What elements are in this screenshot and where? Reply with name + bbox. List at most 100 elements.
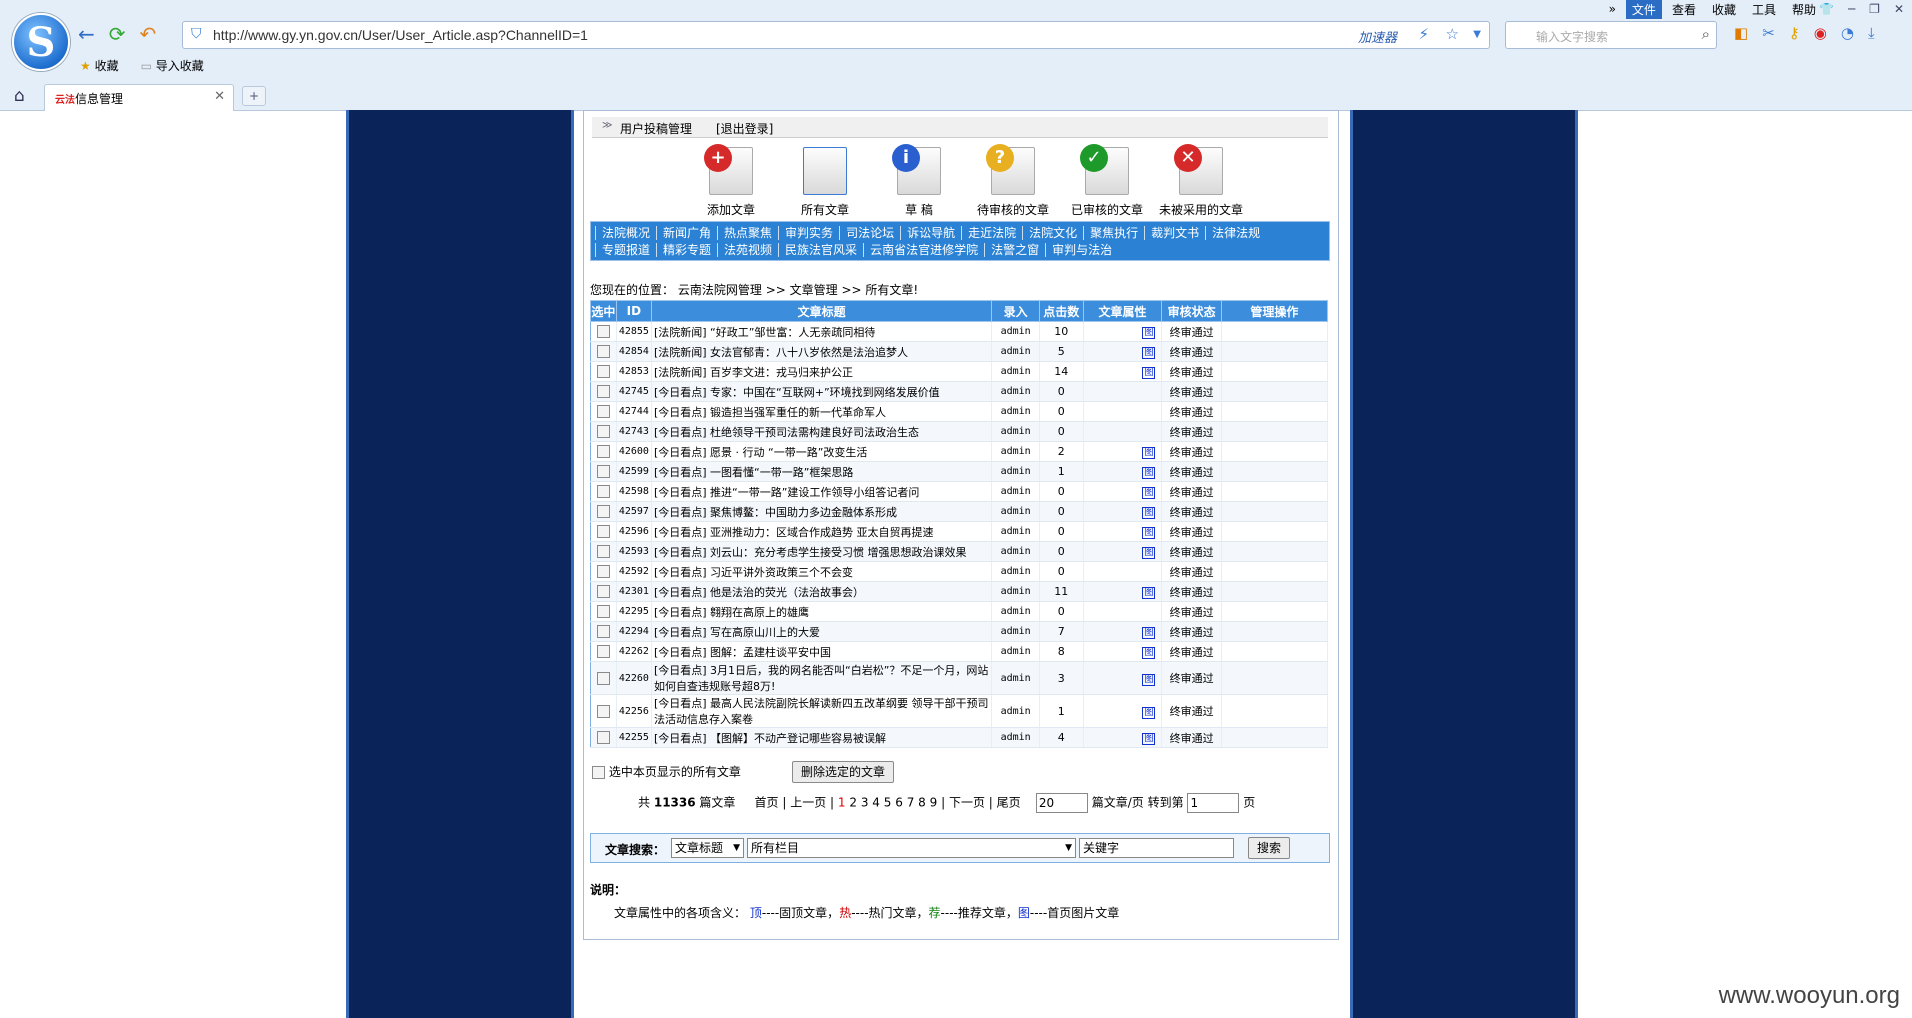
pager-page-link[interactable]: 6	[895, 796, 903, 810]
category-link[interactable]: 专题报道	[595, 243, 657, 257]
row-checkbox[interactable]	[596, 585, 610, 599]
row-checkbox[interactable]	[596, 505, 610, 519]
row-checkbox[interactable]	[596, 645, 610, 659]
back-icon[interactable]: ←	[78, 22, 95, 46]
search-button[interactable]: 搜索	[1248, 837, 1290, 859]
menu-item[interactable]: 收藏	[1706, 0, 1742, 19]
pager-next[interactable]: 下一页	[949, 796, 985, 810]
select-all[interactable]: 选中本页显示的所有文章	[592, 763, 741, 780]
category-link[interactable]: 走近法院	[961, 226, 1023, 240]
home-icon[interactable]: ⌂	[14, 86, 25, 106]
row-checkbox[interactable]	[596, 671, 610, 685]
category-link[interactable]: 审判实务	[778, 226, 840, 240]
search-field-select[interactable]: 文章标题 ▼	[671, 838, 744, 858]
browser-logo[interactable]: S	[12, 13, 70, 71]
menu-item[interactable]: 文件	[1625, 0, 1662, 19]
row-title-link[interactable]: [今日看点] 图解：孟建柱谈平安中国	[651, 641, 993, 662]
row-checkbox[interactable]	[596, 425, 610, 439]
address-url[interactable]: http://www.gy.yn.gov.cn/User/User_Articl…	[213, 27, 588, 43]
category-link[interactable]: 法院文化	[1022, 226, 1084, 240]
bookmark-favorites[interactable]: ★ 收藏	[80, 57, 119, 74]
menu-item[interactable]: 工具	[1746, 0, 1782, 19]
row-title-link[interactable]: [今日看点] 【图解】不动产登记哪些容易被误解	[651, 727, 993, 748]
refresh-icon[interactable]: ⟳	[109, 22, 126, 46]
category-link[interactable]: 裁判文书	[1144, 226, 1206, 240]
row-title-link[interactable]: [今日看点] 习近平讲外资政策三个不会变	[651, 561, 993, 582]
category-link[interactable]: 云南省法官进修学院	[863, 243, 985, 257]
pager-page-link[interactable]: 4	[872, 796, 880, 810]
search-keyword-input[interactable]: 关键字	[1079, 838, 1234, 858]
pager-last[interactable]: 尾页	[997, 796, 1021, 810]
category-link[interactable]: 热点聚焦	[717, 226, 779, 240]
row-title-link[interactable]: [今日看点] 最高人民法院副院长解读新四五改革纲要 领导干部干预司法活动信息存入…	[651, 694, 993, 728]
row-title-link[interactable]: [今日看点] 推进“一带一路”建设工作领导小组答记者问	[651, 481, 993, 502]
pager-page-link[interactable]: 9	[930, 796, 938, 810]
bookmark-import[interactable]: ▭ 导入收藏	[141, 57, 204, 74]
row-checkbox[interactable]	[596, 605, 610, 619]
search-input[interactable]: 输入文字搜索	[1536, 28, 1608, 45]
tool-button[interactable]: + 添加文章	[684, 144, 778, 218]
category-link[interactable]: 新闻广角	[656, 226, 718, 240]
row-title-link[interactable]: [今日看点] 杜绝领导干预司法需构建良好司法政治生态	[651, 421, 993, 442]
search-scope-select[interactable]: 所有栏目 ▼	[747, 838, 1076, 858]
menu-item[interactable]: 查看	[1666, 0, 1702, 19]
pager-page-link[interactable]: 8	[918, 796, 926, 810]
close-window-icon[interactable]: ✕	[1894, 2, 1904, 16]
download-icon[interactable]: ⤓	[1868, 24, 1875, 42]
row-title-link[interactable]: [法院新闻] 女法官郁青：八十八岁依然是法治追梦人	[651, 341, 993, 362]
restore-icon[interactable]: ❐	[1869, 2, 1880, 16]
minimize-icon[interactable]: ─	[1848, 2, 1855, 16]
row-checkbox[interactable]	[596, 465, 610, 479]
key-icon[interactable]: ⚷	[1789, 24, 1800, 42]
pager-first[interactable]: 首页	[755, 796, 779, 810]
chat-icon[interactable]: ◔	[1841, 24, 1854, 42]
goto-page-input[interactable]: 1	[1187, 793, 1240, 813]
chevron-down-icon[interactable]: ▼	[1473, 29, 1481, 40]
pager-page-link[interactable]: 7	[907, 796, 915, 810]
row-checkbox[interactable]	[596, 565, 610, 579]
row-title-link[interactable]: [今日看点] 专家：中国在“互联网+”环境找到网络发展价值	[651, 381, 993, 402]
row-title-link[interactable]: [法院新闻] “好政工”邹世富：人无亲疏同相待	[651, 321, 993, 342]
breadcrumb-site-admin[interactable]: 云南法院网管理	[678, 283, 762, 297]
row-title-link[interactable]: [今日看点] 愿景 · 行动 “一带一路”改变生活	[651, 441, 993, 462]
category-link[interactable]: 聚焦执行	[1083, 226, 1145, 240]
category-link[interactable]: 民族法官风采	[778, 243, 864, 257]
skin-icon[interactable]: 👕	[1819, 2, 1834, 16]
row-title-link[interactable]: [今日看点] 他是法治的荧光（法治故事会）	[651, 581, 993, 602]
row-checkbox[interactable]	[596, 731, 610, 745]
category-link[interactable]: 法律法规	[1205, 226, 1267, 240]
menu-item[interactable]: 帮助	[1786, 0, 1822, 19]
star-icon[interactable]: ☆	[1446, 25, 1459, 43]
extension-icon[interactable]: ◧	[1734, 24, 1748, 42]
row-title-link[interactable]: [今日看点] 聚焦博鳌：中国助力多边金融体系形成	[651, 501, 993, 522]
undo-icon[interactable]: ↶	[140, 22, 157, 46]
row-title-link[interactable]: [今日看点] 锻造担当强军重任的新一代革命军人	[651, 401, 993, 422]
category-link[interactable]: 法警之窗	[984, 243, 1046, 257]
row-title-link[interactable]: [今日看点] 3月1日后，我的网名能否叫“白岩松”？不足一个月，网站如何自查违规…	[651, 661, 993, 695]
breadcrumb-article-admin[interactable]: 文章管理	[790, 283, 838, 297]
tool-button[interactable]: ? 待审核的文章	[966, 144, 1060, 218]
select-all-checkbox[interactable]	[592, 766, 605, 779]
row-checkbox[interactable]	[596, 525, 610, 539]
pager-page-link[interactable]: 5	[884, 796, 892, 810]
menu-overflow-icon[interactable]: »	[1603, 1, 1622, 17]
per-page-input[interactable]: 20	[1035, 793, 1088, 813]
row-checkbox[interactable]	[596, 445, 610, 459]
row-title-link[interactable]: [今日看点] 亚洲推动力：区域合作成趋势 亚太自贸再提速	[651, 521, 993, 542]
tool-button[interactable]: 所有文章	[778, 147, 872, 218]
tool-button[interactable]: ✓ 已审核的文章	[1060, 144, 1154, 218]
game-icon[interactable]: ◉	[1814, 24, 1827, 42]
row-checkbox[interactable]	[596, 485, 610, 499]
tool-button[interactable]: i 草 稿	[872, 144, 966, 218]
row-title-link[interactable]: [法院新闻] 百岁李文进：戎马归来护公正	[651, 361, 993, 382]
close-tab-icon[interactable]: ✕	[214, 89, 225, 104]
pager-page-link[interactable]: 2	[849, 796, 857, 810]
address-bar[interactable]: ⛉ http://www.gy.yn.gov.cn/User/User_Arti…	[182, 21, 1490, 49]
scissors-icon[interactable]: ✂	[1762, 24, 1775, 42]
row-title-link[interactable]: [今日看点] 翱翔在高原上的雄鹰	[651, 601, 993, 622]
category-link[interactable]: 司法论坛	[839, 226, 901, 240]
category-link[interactable]: 精彩专题	[656, 243, 718, 257]
pager-prev[interactable]: 上一页	[790, 796, 826, 810]
row-checkbox[interactable]	[596, 365, 610, 379]
row-checkbox[interactable]	[596, 545, 610, 559]
